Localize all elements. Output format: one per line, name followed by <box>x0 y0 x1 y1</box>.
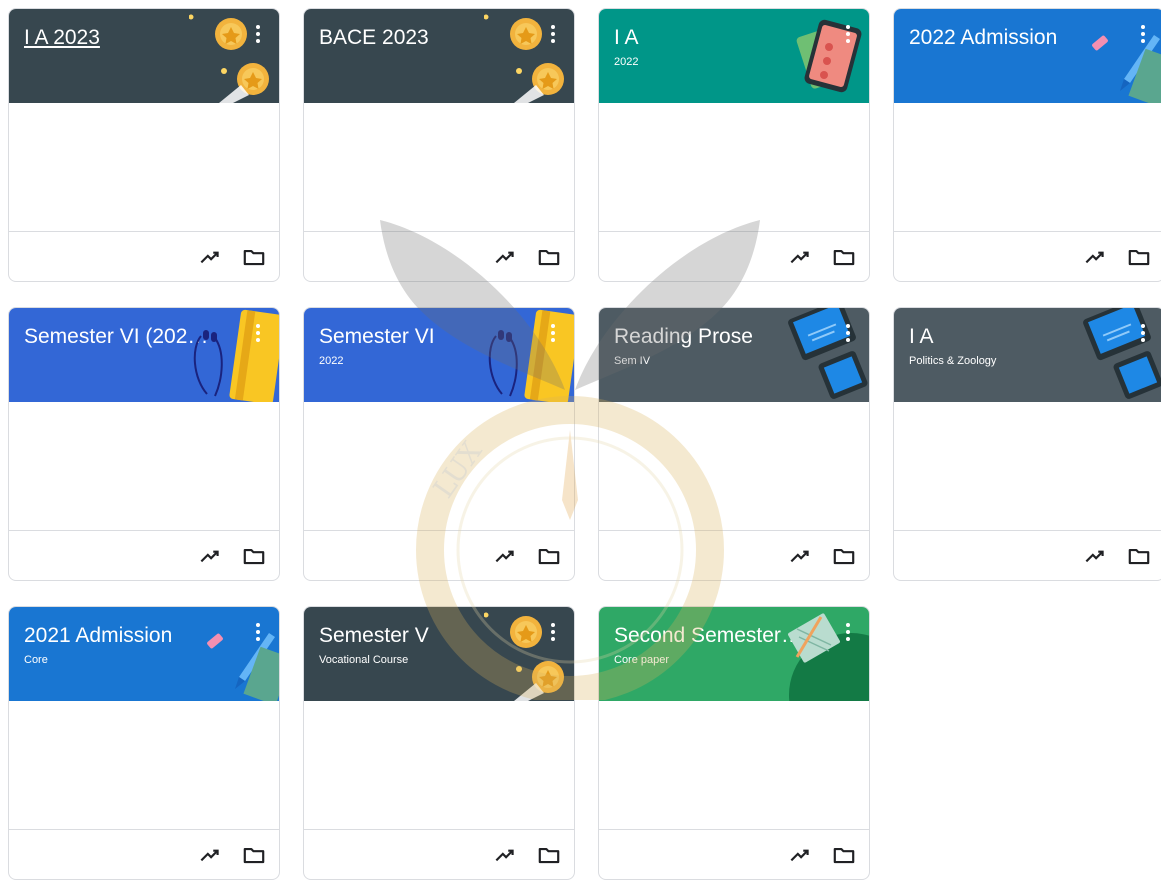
class-section-label: Core <box>24 654 48 666</box>
folder-icon[interactable] <box>241 842 267 868</box>
card-actions <box>304 830 574 879</box>
class-card-grid: I A 2023 BACE 2023 I A 2022 2022 Admission Se… <box>0 0 1161 880</box>
class-card[interactable]: Semester V Vocational Course <box>303 606 575 880</box>
more-options-icon[interactable] <box>550 623 556 641</box>
class-card-header[interactable]: BACE 2023 <box>304 9 574 103</box>
class-card-header[interactable]: 2021 Admission Core <box>9 607 279 701</box>
class-card-header[interactable]: Semester VI 2022 <box>304 308 574 402</box>
more-options-icon[interactable] <box>255 623 261 641</box>
class-title-link[interactable]: Semester VI <box>319 324 509 350</box>
folder-icon[interactable] <box>1126 543 1152 569</box>
more-options-icon[interactable] <box>550 324 556 342</box>
class-card-header[interactable]: Reading Prose Sem IV <box>599 308 869 402</box>
class-card[interactable]: Reading Prose Sem IV <box>598 307 870 581</box>
card-actions <box>894 531 1161 580</box>
coins-icon <box>483 9 574 103</box>
tablet-icon <box>789 9 869 103</box>
card-actions <box>894 232 1161 281</box>
class-card-header[interactable]: I A 2022 <box>599 9 869 103</box>
class-section-label: 2022 <box>614 56 639 68</box>
trending-up-icon[interactable] <box>197 244 223 270</box>
folder-icon[interactable] <box>536 842 562 868</box>
trending-up-icon[interactable] <box>787 244 813 270</box>
devices-icon <box>779 308 869 402</box>
class-section-label: 2022 <box>319 355 344 367</box>
pencil-icon <box>199 607 279 701</box>
folder-icon[interactable] <box>241 543 267 569</box>
class-title-link[interactable]: BACE 2023 <box>319 25 509 51</box>
class-title-link[interactable]: 2021 Admission <box>24 623 214 649</box>
class-section-label: Core paper <box>614 654 670 666</box>
class-card-header[interactable]: I A Politics & Zoology <box>894 308 1161 402</box>
card-actions <box>599 830 869 879</box>
class-section-label: Politics & Zoology <box>909 355 997 367</box>
class-title-link[interactable]: Semester VI (2020Ad... <box>24 324 214 350</box>
card-actions <box>304 531 574 580</box>
trending-up-icon[interactable] <box>197 842 223 868</box>
class-section-label: Vocational Course <box>319 654 409 666</box>
more-options-icon[interactable] <box>845 25 851 43</box>
devices-icon <box>1074 308 1161 402</box>
class-card[interactable]: BACE 2023 <box>303 8 575 282</box>
class-card-header[interactable]: I A 2023 <box>9 9 279 103</box>
trending-up-icon[interactable] <box>197 543 223 569</box>
coins-icon <box>483 607 574 701</box>
more-options-icon[interactable] <box>255 324 261 342</box>
class-section-label: Sem IV <box>614 355 651 367</box>
class-card[interactable]: Semester VI (2020Ad... <box>8 307 280 581</box>
more-options-icon[interactable] <box>255 25 261 43</box>
folder-icon[interactable] <box>831 244 857 270</box>
folder-icon[interactable] <box>831 543 857 569</box>
card-actions <box>599 531 869 580</box>
card-actions <box>304 232 574 281</box>
class-card[interactable]: Semester VI 2022 <box>303 307 575 581</box>
trending-up-icon[interactable] <box>492 543 518 569</box>
folder-icon[interactable] <box>1126 244 1152 270</box>
class-title-link[interactable]: Semester V <box>319 623 509 649</box>
card-actions <box>9 531 279 580</box>
class-card[interactable]: I A 2022 <box>598 8 870 282</box>
coins-icon <box>188 9 279 103</box>
class-card[interactable]: 2021 Admission Core <box>8 606 280 880</box>
class-title-link[interactable]: I A <box>909 324 1099 350</box>
folder-icon[interactable] <box>241 244 267 270</box>
trending-up-icon[interactable] <box>1082 244 1108 270</box>
notebook-icon <box>759 607 869 701</box>
more-options-icon[interactable] <box>1140 25 1146 43</box>
more-options-icon[interactable] <box>845 324 851 342</box>
class-card-header[interactable]: Second Semester BA...Core paper <box>599 607 869 701</box>
class-title-link[interactable]: I A <box>614 25 804 51</box>
trending-up-icon[interactable] <box>492 244 518 270</box>
pencil-icon <box>1084 9 1161 103</box>
class-title-link[interactable]: 2022 Admission <box>909 25 1099 51</box>
class-card[interactable]: 2022 Admission <box>893 8 1161 282</box>
headphones-icon <box>484 308 574 402</box>
card-actions <box>9 232 279 281</box>
trending-up-icon[interactable] <box>787 842 813 868</box>
class-card-header[interactable]: Semester V Vocational Course <box>304 607 574 701</box>
class-card[interactable]: Second Semester BA...Core paper <box>598 606 870 880</box>
class-title-link[interactable]: Reading Prose <box>614 324 804 350</box>
more-options-icon[interactable] <box>845 623 851 641</box>
class-card[interactable]: I A 2023 <box>8 8 280 282</box>
headphones-icon <box>189 308 279 402</box>
folder-icon[interactable] <box>536 244 562 270</box>
trending-up-icon[interactable] <box>1082 543 1108 569</box>
more-options-icon[interactable] <box>1140 324 1146 342</box>
folder-icon[interactable] <box>831 842 857 868</box>
card-actions <box>9 830 279 879</box>
class-title-link[interactable]: I A 2023 <box>24 25 214 51</box>
class-card-header[interactable]: 2022 Admission <box>894 9 1161 103</box>
more-options-icon[interactable] <box>550 25 556 43</box>
class-card-header[interactable]: Semester VI (2020Ad... <box>9 308 279 402</box>
class-card[interactable]: I A Politics & Zoology <box>893 307 1161 581</box>
folder-icon[interactable] <box>536 543 562 569</box>
trending-up-icon[interactable] <box>787 543 813 569</box>
card-actions <box>599 232 869 281</box>
trending-up-icon[interactable] <box>492 842 518 868</box>
